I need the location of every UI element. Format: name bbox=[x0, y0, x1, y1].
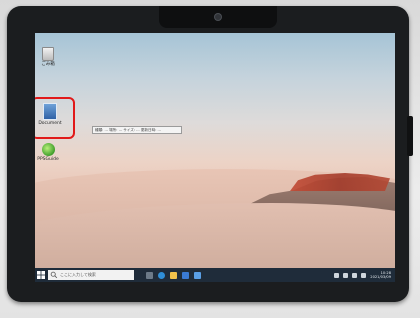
taskbar: ここに入力して検索 10:28 2021/03/09 bbox=[35, 268, 395, 282]
desktop-icon-label: PPSGuide bbox=[37, 157, 59, 162]
file-explorer-icon[interactable] bbox=[170, 271, 177, 279]
windows-logo-icon bbox=[37, 271, 45, 279]
system-tray: 10:28 2021/03/09 bbox=[334, 271, 391, 279]
search-placeholder: ここに入力して検索 bbox=[60, 272, 96, 277]
chevron-up-icon[interactable] bbox=[334, 272, 340, 278]
camera-icon bbox=[215, 14, 221, 20]
side-button bbox=[407, 116, 413, 156]
taskbar-apps bbox=[146, 271, 201, 279]
task-view-icon[interactable] bbox=[146, 271, 153, 279]
desktop-icon-label: ごみ箱 bbox=[41, 62, 55, 67]
taskbar-clock[interactable]: 10:28 2021/03/09 bbox=[370, 271, 391, 279]
icon-tooltip: 種類: ... 場所: ... サイズ: ... 更新日時: ... bbox=[92, 126, 182, 134]
green-app-icon bbox=[41, 143, 55, 156]
start-button[interactable] bbox=[35, 268, 47, 282]
recycle-bin-icon bbox=[42, 47, 54, 61]
selection-highlight bbox=[35, 97, 75, 139]
ime-icon[interactable] bbox=[361, 272, 367, 278]
search-icon bbox=[50, 271, 58, 279]
edge-icon[interactable] bbox=[158, 271, 165, 279]
desktop-icon-document[interactable]: Document bbox=[35, 97, 75, 139]
desktop-screen: ごみ箱 Document 種類: ... 場所: ... サイズ: ... 更新… bbox=[35, 33, 395, 282]
desktop-icon-recycle-bin[interactable]: ごみ箱 bbox=[35, 47, 61, 67]
taskbar-search-box[interactable]: ここに入力して検索 bbox=[48, 270, 134, 280]
network-icon[interactable] bbox=[343, 272, 349, 278]
mail-icon[interactable] bbox=[194, 271, 201, 279]
clock-date: 2021/03/09 bbox=[370, 275, 391, 279]
store-icon[interactable] bbox=[182, 271, 189, 279]
volume-icon[interactable] bbox=[352, 272, 358, 278]
camera-notch bbox=[159, 6, 277, 28]
desktop-icon-ppsguide[interactable]: PPSGuide bbox=[35, 143, 61, 162]
tablet-device: ごみ箱 Document 種類: ... 場所: ... サイズ: ... 更新… bbox=[7, 6, 413, 302]
